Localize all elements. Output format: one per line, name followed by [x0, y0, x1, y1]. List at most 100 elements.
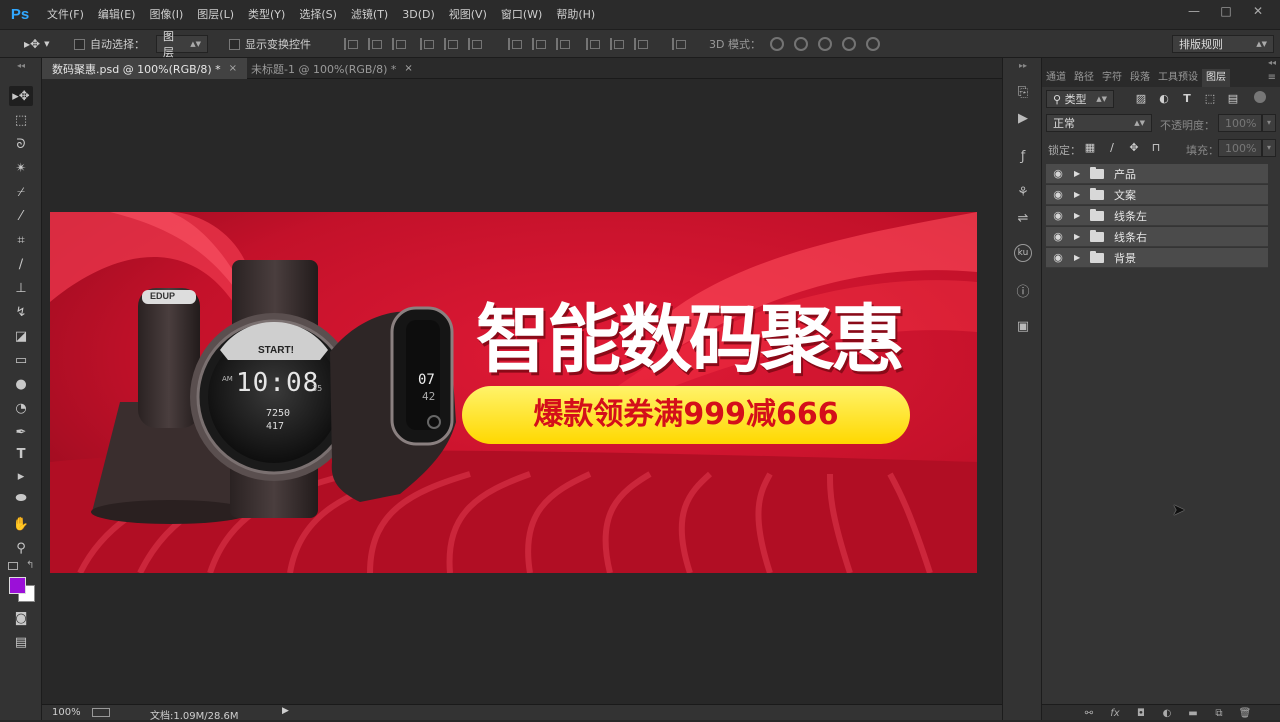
menu-help[interactable]: 帮助(H): [549, 0, 602, 30]
close-button[interactable]: ✕: [1242, 0, 1274, 22]
hand-tool-icon[interactable]: ✋: [9, 514, 33, 534]
distribute-bottom-icon[interactable]: [556, 38, 570, 50]
tab-character[interactable]: 字符: [1098, 69, 1126, 87]
clone-stamp-tool-icon[interactable]: ⊥: [9, 278, 33, 298]
history-brush-tool-icon[interactable]: ↯: [9, 302, 33, 322]
menu-file[interactable]: 文件(F): [40, 0, 91, 30]
layer-row[interactable]: ◉ ▶ 文案: [1046, 185, 1268, 205]
brush-tool-icon[interactable]: ∕: [9, 254, 33, 274]
healing-brush-tool-icon[interactable]: ⌗: [9, 230, 33, 250]
tab-channels[interactable]: 通道: [1042, 69, 1070, 87]
move-tool-preset-icon[interactable]: ▸✥ ▼: [24, 35, 49, 53]
collapse-dock-icon[interactable]: ▸▸: [1013, 60, 1033, 70]
brush-panel-icon[interactable]: ⚘: [1013, 182, 1033, 202]
layer-row[interactable]: ◉ ▶ 线条右: [1046, 227, 1268, 247]
expand-arrow-icon[interactable]: ▶: [1074, 190, 1086, 199]
screen-mode-icon[interactable]: ▤: [9, 632, 33, 652]
adjustment-layer-icon[interactable]: ◐: [1160, 708, 1174, 719]
show-transform-checkbox[interactable]: 显示变换控件: [229, 35, 311, 53]
lock-pixels-icon[interactable]: ∕: [1105, 140, 1119, 154]
swap-colors-icon[interactable]: ↰: [26, 560, 34, 571]
eraser-tool-icon[interactable]: ◪: [9, 326, 33, 346]
quick-mask-icon[interactable]: ◙: [9, 608, 33, 628]
auto-select-dropdown[interactable]: 图层 ▲▼: [156, 30, 208, 59]
info-panel-icon[interactable]: ⓘ: [1013, 280, 1033, 300]
align-bottom-icon[interactable]: [392, 38, 406, 50]
lock-transparent-icon[interactable]: ▦: [1083, 140, 1097, 154]
banner-canvas[interactable]: 智能数码聚惠 爆款领券满999减666 EDUP START! AM 10:08…: [50, 212, 977, 573]
visibility-eye-icon[interactable]: ◉: [1046, 167, 1070, 180]
align-left-icon[interactable]: [420, 38, 434, 50]
opacity-slider-icon[interactable]: ▾: [1262, 114, 1276, 132]
properties-panel-icon[interactable]: ƒ: [1013, 146, 1033, 166]
visibility-eye-icon[interactable]: ◉: [1046, 188, 1070, 201]
3d-rotate-icon[interactable]: [770, 37, 784, 51]
panel-menu-icon[interactable]: ≡: [1264, 69, 1280, 87]
layer-row[interactable]: ◉ ▶ 线条左: [1046, 206, 1268, 226]
distribute-left-icon[interactable]: [586, 38, 600, 50]
distribute-top-icon[interactable]: [508, 38, 522, 50]
tab-paths[interactable]: 路径: [1070, 69, 1098, 87]
filter-kind-dropdown[interactable]: ⚲ 类型 ▲▼: [1046, 90, 1114, 108]
menu-view[interactable]: 视图(V): [442, 0, 494, 30]
close-tab-icon[interactable]: ×: [404, 63, 412, 74]
delete-layer-icon[interactable]: 🗑: [1238, 708, 1252, 719]
status-menu-arrow-icon[interactable]: ▶: [282, 706, 289, 716]
filter-toggle-icon[interactable]: [1254, 91, 1266, 103]
actions-panel-icon[interactable]: ▶: [1013, 108, 1033, 128]
layer-row[interactable]: ◉ ▶ 产品: [1046, 164, 1268, 184]
menu-filter[interactable]: 滤镜(T): [344, 0, 395, 30]
menu-type[interactable]: 类型(Y): [241, 0, 292, 30]
expand-arrow-icon[interactable]: ▶: [1074, 232, 1086, 241]
visibility-eye-icon[interactable]: ◉: [1046, 251, 1070, 264]
menu-select[interactable]: 选择(S): [292, 0, 344, 30]
align-top-icon[interactable]: [344, 38, 358, 50]
default-colors-icon[interactable]: [8, 562, 18, 570]
blend-mode-dropdown[interactable]: 正常 ▲▼: [1046, 114, 1152, 132]
gradient-tool-icon[interactable]: ▭: [9, 350, 33, 370]
blur-tool-icon[interactable]: ●: [9, 374, 33, 394]
tab-tool-presets[interactable]: 工具预设: [1154, 69, 1202, 87]
lock-position-icon[interactable]: ✥: [1127, 140, 1141, 154]
menu-3d[interactable]: 3D(D): [395, 0, 442, 30]
link-layers-icon[interactable]: ⚯: [1082, 708, 1096, 719]
align-hcenter-icon[interactable]: [444, 38, 458, 50]
opacity-field[interactable]: 100%: [1218, 114, 1262, 132]
menu-window[interactable]: 窗口(W): [494, 0, 549, 30]
layer-style-icon[interactable]: fx: [1108, 708, 1122, 719]
layer-row[interactable]: ◉ ▶ 背景: [1046, 248, 1268, 268]
path-selection-tool-icon[interactable]: ▸: [9, 466, 33, 486]
dodge-tool-icon[interactable]: ◔: [9, 398, 33, 418]
3d-slide-icon[interactable]: [842, 37, 856, 51]
tab-document-2[interactable]: 未标题-1 @ 100%(RGB/8) * ×: [241, 58, 423, 79]
3d-scale-icon[interactable]: [866, 37, 880, 51]
pen-tool-icon[interactable]: ✒: [9, 422, 33, 442]
3d-roll-icon[interactable]: [794, 37, 808, 51]
menu-layer[interactable]: 图层(L): [190, 0, 241, 30]
filter-type-icon[interactable]: T: [1180, 91, 1194, 105]
visibility-eye-icon[interactable]: ◉: [1046, 230, 1070, 243]
add-mask-icon[interactable]: ◘: [1134, 708, 1148, 719]
tab-document-1[interactable]: 数码聚惠.psd @ 100%(RGB/8) * ×: [42, 58, 248, 79]
tab-paragraph[interactable]: 段落: [1126, 69, 1154, 87]
menu-edit[interactable]: 编辑(E): [91, 0, 143, 30]
visibility-eye-icon[interactable]: ◉: [1046, 209, 1070, 222]
history-panel-icon[interactable]: ⎘: [1013, 82, 1033, 102]
collapse-panel-icon[interactable]: ◂◂: [1042, 58, 1280, 69]
filter-adjustment-icon[interactable]: ◐: [1157, 91, 1171, 105]
lock-all-icon[interactable]: ⊓: [1149, 140, 1163, 154]
collapse-toolbar-icon[interactable]: ◂◂: [9, 61, 33, 70]
close-tab-icon[interactable]: ×: [229, 63, 237, 74]
fill-slider-icon[interactable]: ▾: [1262, 139, 1276, 157]
kuler-panel-icon[interactable]: ku: [1014, 244, 1032, 262]
3d-pan-icon[interactable]: [818, 37, 832, 51]
adjustments-panel-icon[interactable]: ⇌: [1013, 208, 1033, 228]
type-tool-icon[interactable]: T: [9, 444, 33, 464]
align-vcenter-icon[interactable]: [368, 38, 382, 50]
align-right-icon[interactable]: [468, 38, 482, 50]
ellipse-tool-icon[interactable]: ⬬: [9, 488, 33, 508]
menu-image[interactable]: 图像(I): [142, 0, 190, 30]
crop-tool-icon[interactable]: ⌿: [9, 182, 33, 202]
tab-layers[interactable]: 图层: [1202, 69, 1230, 87]
zoom-tool-icon[interactable]: ⚲: [9, 538, 33, 558]
